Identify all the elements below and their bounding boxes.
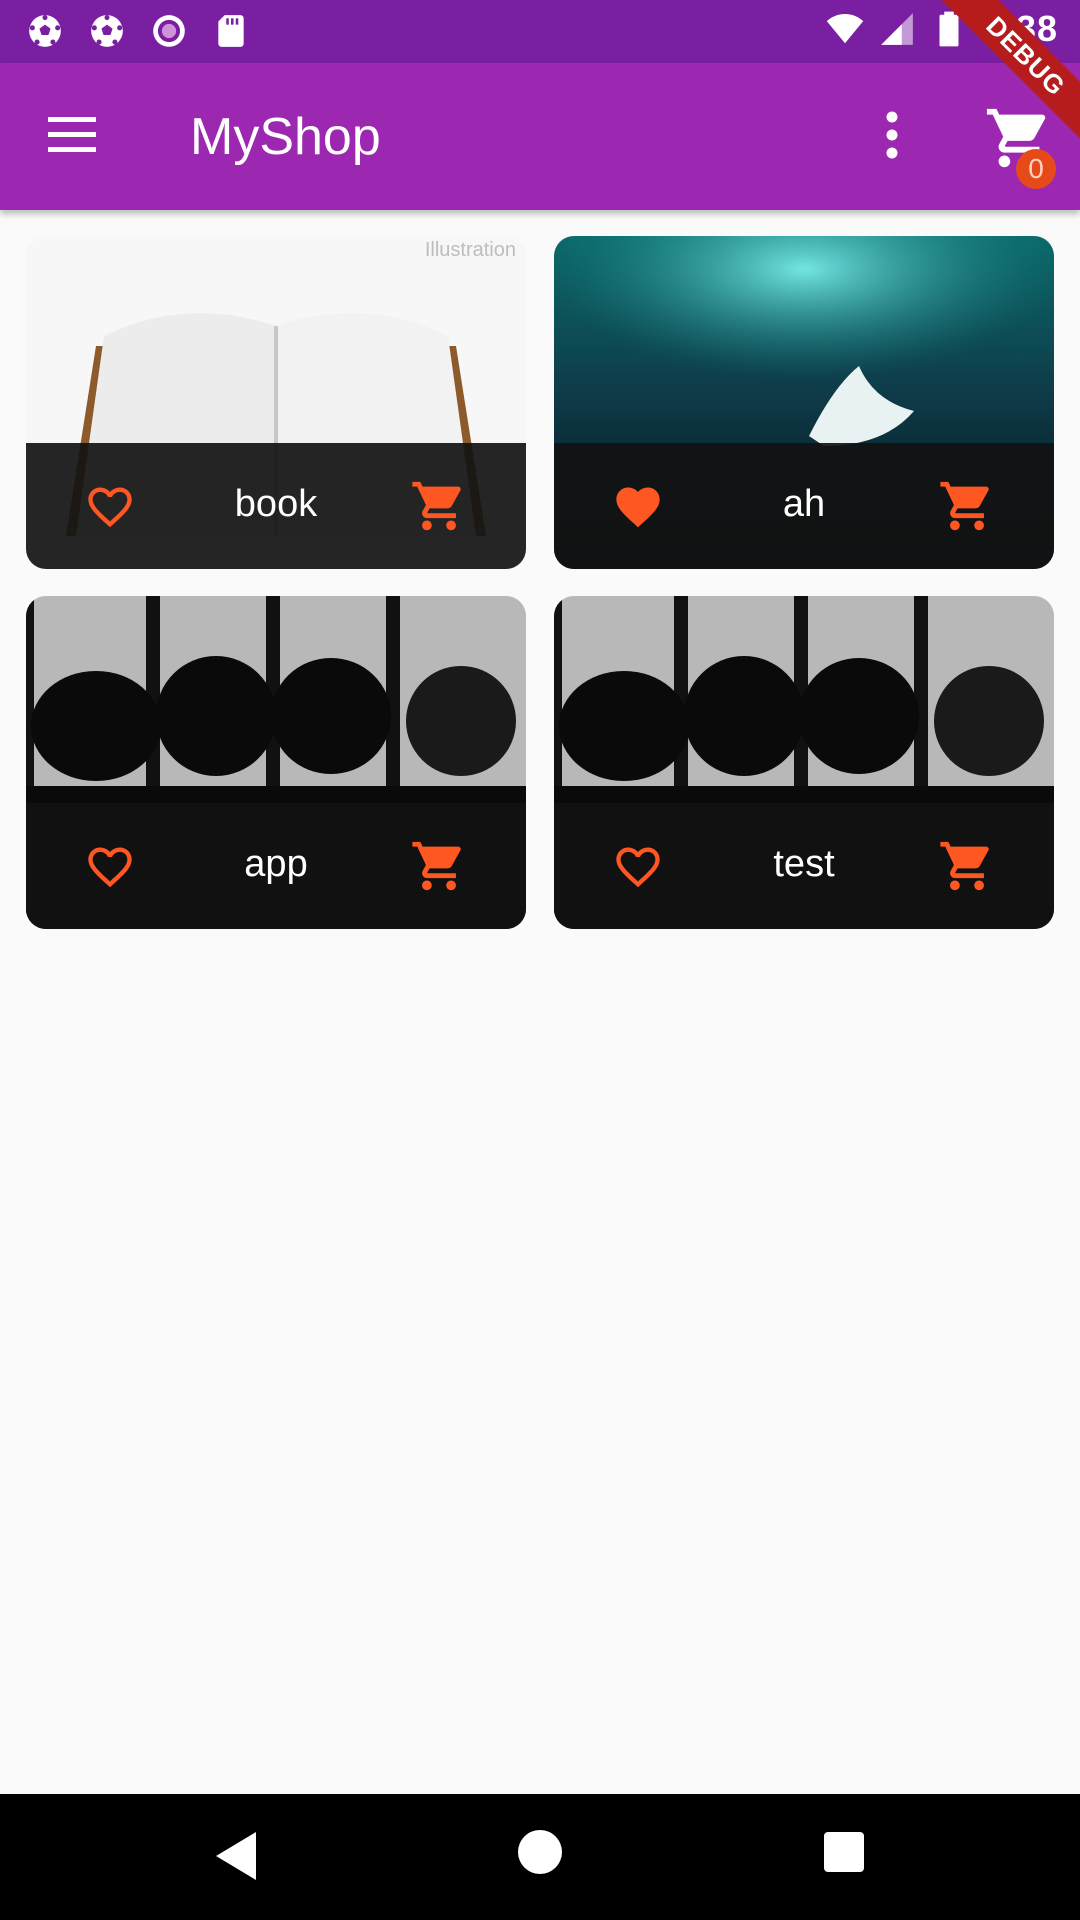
product-tile[interactable]: app — [26, 596, 526, 929]
product-title: ah — [782, 483, 826, 525]
favorite-border-icon[interactable] — [82, 841, 138, 893]
product-tile[interactable]: test — [554, 596, 1054, 929]
tile-footer: test — [554, 803, 1054, 929]
image-caption: Illustration — [425, 239, 516, 261]
favorite-border-icon[interactable] — [610, 841, 666, 893]
system-navigation-bar — [0, 1794, 1080, 1920]
add-to-cart-icon[interactable] — [410, 477, 468, 535]
add-to-cart-icon[interactable] — [938, 837, 996, 895]
product-title: book — [234, 483, 318, 525]
circle-record-icon — [153, 15, 185, 47]
recents-icon[interactable] — [824, 1832, 864, 1872]
back-icon[interactable] — [214, 1830, 258, 1882]
soccer-ball-icon — [29, 15, 61, 47]
tile-footer: book — [26, 443, 526, 569]
add-to-cart-icon[interactable] — [410, 837, 468, 895]
wifi-icon — [826, 13, 864, 44]
add-to-cart-icon[interactable] — [938, 477, 996, 535]
tile-footer: app — [26, 803, 526, 929]
menu-icon[interactable] — [46, 115, 98, 155]
home-icon[interactable] — [518, 1830, 562, 1874]
soccer-ball-icon — [91, 15, 123, 47]
more-vert-icon[interactable] — [878, 111, 906, 159]
product-tile[interactable]: ah — [554, 236, 1054, 569]
cart-count-badge: 0 — [1016, 149, 1056, 189]
status-bar: 1:38 — [0, 0, 1080, 63]
product-title: test — [773, 843, 835, 885]
app-bar: MyShop 0 — [0, 63, 1080, 210]
product-tile[interactable]: Illustration book — [26, 236, 526, 569]
favorite-icon[interactable] — [610, 481, 666, 533]
product-title: app — [244, 843, 308, 885]
debug-banner: DEBUG — [940, 0, 1080, 140]
signal-icon — [881, 13, 913, 45]
status-notification-icons — [26, 12, 250, 50]
tile-footer: ah — [554, 443, 1054, 569]
favorite-border-icon[interactable] — [82, 481, 138, 533]
sd-card-icon — [218, 15, 244, 47]
page-title: MyShop — [190, 108, 381, 166]
debug-label: DEBUG — [940, 0, 1080, 140]
